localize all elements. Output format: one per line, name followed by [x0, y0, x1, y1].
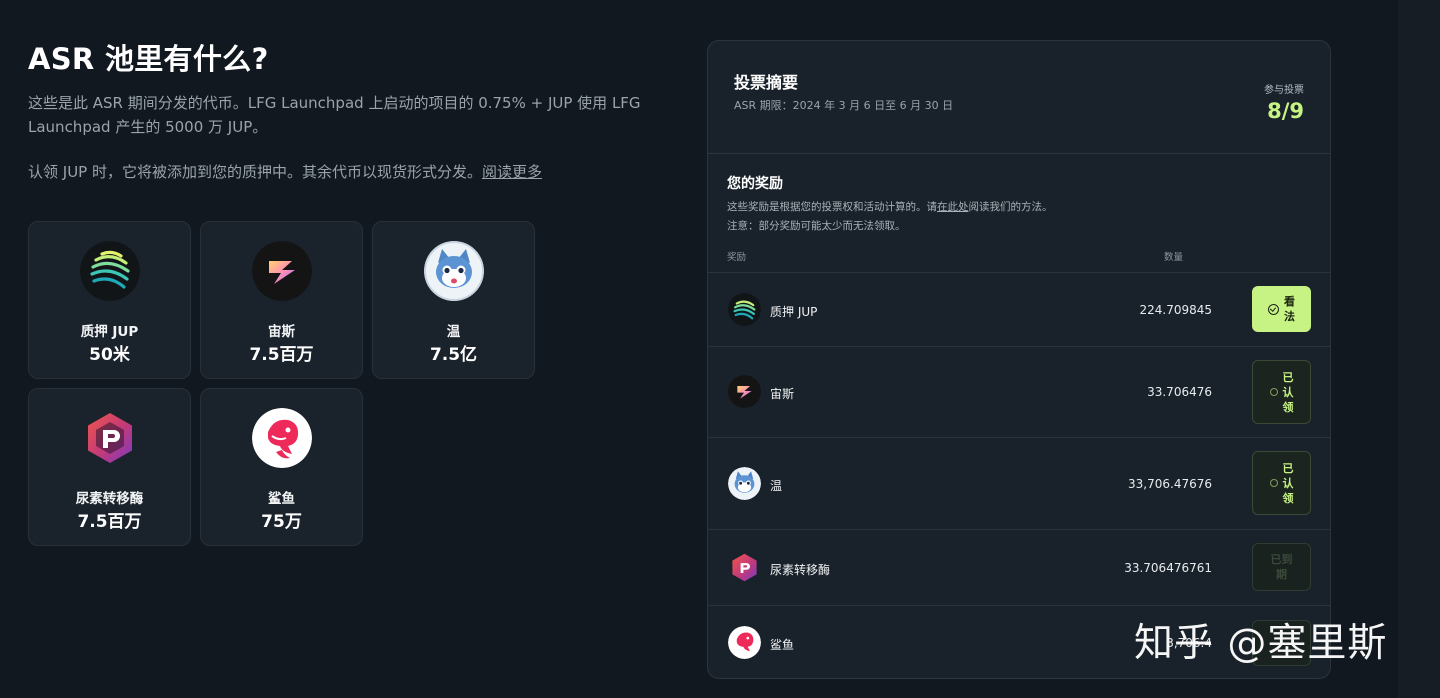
reward-row: 温 33,706.47676 已 认 领 — [708, 437, 1330, 530]
token-amount: 7.5百万 — [249, 345, 314, 365]
button-label: 已 — [1282, 461, 1294, 475]
reward-quantity: 33,706.47676 — [1128, 477, 1212, 491]
zeus-logo-icon — [252, 241, 312, 301]
token-amount: 7.5亿 — [429, 345, 478, 365]
vote-participation-label: 参与投票 — [1264, 85, 1304, 96]
watermark: 知乎 @塞里斯 — [1134, 621, 1388, 666]
button-label: 已到 — [1270, 553, 1293, 566]
wen-cat-logo-icon — [728, 467, 761, 500]
check-circle-icon — [1269, 388, 1278, 396]
reward-name: 鲨鱼 — [770, 638, 795, 652]
page-title: ASR 池里有什么? — [28, 42, 269, 76]
token-tile: 温 7.5亿 — [372, 221, 535, 379]
reward-name: 温 — [770, 479, 783, 493]
rewards-title: 您的奖励 — [727, 176, 783, 192]
read-more-link[interactable]: 阅读更多 — [482, 163, 542, 181]
intro-text: 这些是此 ASR 期间分发的代币。LFG Launchpad 上启动的项目的 0… — [28, 94, 641, 136]
claimed-button[interactable]: 已 认 领 — [1252, 451, 1311, 515]
reward-name: 质押 JUP — [770, 305, 818, 319]
token-tile: 宙斯 7.5百万 — [200, 221, 363, 379]
vote-summary-panel: 投票摘要 ASR 期限：2024 年 3 月 6 日至 6 月 30 日 参与投… — [707, 40, 1331, 679]
button-label: 期 — [1276, 568, 1287, 581]
check-circle-icon — [1269, 479, 1278, 487]
zeus-logo-icon — [728, 375, 761, 408]
claim-note: 认领 JUP 时，它将被添加到您的质押中。其余代币以现货形式分发。阅读更多 — [28, 161, 648, 185]
claimed-button[interactable]: 已 认 领 — [1252, 360, 1311, 424]
token-amount: 50米 — [89, 345, 130, 365]
rewards-note: 注意：部分奖励可能太少而无法领取。 — [727, 220, 906, 232]
upt-logo-icon — [728, 551, 761, 584]
column-header-quantity: 数量 — [1164, 252, 1184, 263]
button-label: 认 — [1282, 476, 1294, 490]
button-label: 法 — [1284, 310, 1295, 323]
token-name: 鲨鱼 — [268, 491, 295, 507]
reward-quantity: 224.709845 — [1139, 303, 1212, 317]
methodology-link[interactable]: 在此处 — [937, 201, 969, 213]
column-header-reward: 奖励 — [727, 252, 747, 263]
reward-quantity: 33.706476 — [1147, 385, 1212, 399]
button-label: 已 — [1282, 370, 1294, 384]
token-name: 宙斯 — [268, 324, 295, 340]
vote-participation-count: 8/9 — [1267, 99, 1304, 123]
page-edge-strip — [1398, 0, 1440, 698]
wen-cat-logo-icon — [424, 241, 484, 301]
shark-logo-icon — [728, 626, 761, 659]
jupiter-logo-icon — [80, 241, 140, 301]
expired-button[interactable]: 已到 期 — [1252, 543, 1311, 591]
token-name: 尿素转移酶 — [75, 491, 144, 507]
reward-row: 宙斯 33.706476 已 认 领 — [708, 346, 1330, 438]
summary-period: ASR 期限：2024 年 3 月 6 日至 6 月 30 日 — [734, 99, 954, 112]
reward-quantity: 33.706476761 — [1124, 561, 1212, 575]
button-label: 认 — [1282, 385, 1294, 399]
jupiter-logo-icon — [728, 293, 761, 326]
upt-logo-icon — [80, 408, 140, 468]
reward-name: 尿素转移酶 — [770, 563, 831, 577]
token-name: 质押 JUP — [80, 324, 139, 340]
claim-note-text: 认领 JUP 时，它将被添加到您的质押中。其余代币以现货形式分发。 — [28, 163, 482, 181]
rewards-description: 这些奖励是根据您的投票权和活动计算的。请在此处阅读我们的方法。 — [727, 199, 1053, 214]
token-tile: 质押 JUP 50米 — [28, 221, 191, 379]
rewards-desc-text: 这些奖励是根据您的投票权和活动计算的。请 — [727, 201, 937, 213]
token-tile: 鲨鱼 75万 — [200, 388, 363, 546]
reward-row: 质押 JUP 224.709845 看 法 — [708, 272, 1330, 347]
claim-button[interactable]: 看 法 — [1252, 286, 1311, 332]
reward-name: 宙斯 — [770, 387, 795, 401]
summary-title: 投票摘要 — [734, 73, 799, 92]
token-name: 温 — [446, 324, 461, 340]
button-label: 看 — [1284, 295, 1295, 308]
pool-info-section: ASR 池里有什么? 这些是此 ASR 期间分发的代币。LFG Launchpa… — [28, 36, 668, 185]
token-amount: 75万 — [261, 512, 302, 532]
divider — [708, 153, 1330, 154]
shark-logo-icon — [252, 408, 312, 468]
rewards-desc-text-end: 阅读我们的方法。 — [968, 201, 1053, 213]
token-tile: 尿素转移酶 7.5百万 — [28, 388, 191, 546]
reward-row: 尿素转移酶 33.706476761 已到 期 — [708, 529, 1330, 606]
button-label: 领 — [1282, 491, 1294, 505]
token-amount: 7.5百万 — [77, 512, 142, 532]
button-label: 领 — [1282, 400, 1294, 414]
check-circle-icon — [1268, 303, 1279, 315]
